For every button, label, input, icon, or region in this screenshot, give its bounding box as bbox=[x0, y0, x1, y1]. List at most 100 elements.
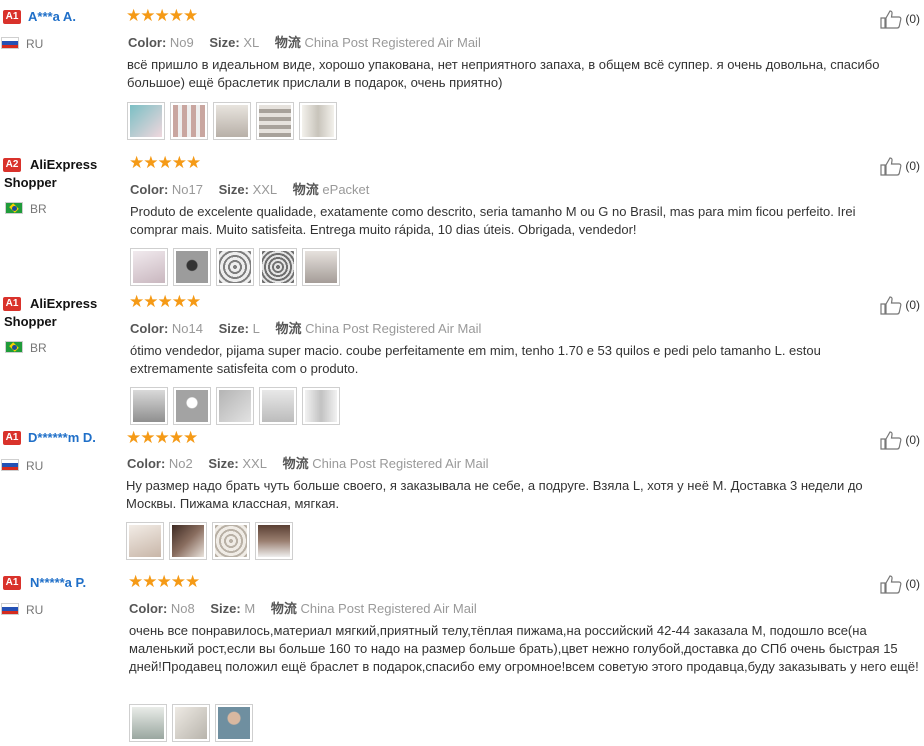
photo-image bbox=[133, 390, 165, 422]
review-item: A1 AliExpress Shopper BR ★★★★★ Color: No… bbox=[0, 287, 924, 427]
reviewer-name[interactable]: AliExpress Shopper bbox=[4, 295, 119, 331]
buyer-level-badge: A1 bbox=[3, 10, 21, 24]
helpful-count: (0) bbox=[905, 433, 920, 447]
review-photo-thumb[interactable] bbox=[213, 102, 251, 140]
size-value: M bbox=[244, 601, 256, 616]
color-value: No14 bbox=[171, 321, 203, 336]
thumbs-up-icon[interactable] bbox=[879, 574, 903, 594]
order-info: Color: No9 Size: XL 物流 China Post Regist… bbox=[128, 32, 481, 51]
review-photo-thumb[interactable] bbox=[126, 522, 164, 560]
reviewer-name[interactable]: AliExpress Shopper bbox=[4, 156, 119, 192]
color-label: Color: bbox=[130, 321, 169, 336]
review-item: A1 A***a A. RU ★★★★★ Color: No9 Size: XL… bbox=[0, 0, 924, 150]
size-value: XXL bbox=[252, 182, 278, 197]
review-photo-thumb[interactable] bbox=[216, 248, 254, 286]
helpful-count: (0) bbox=[905, 577, 920, 591]
review-photo-thumb[interactable] bbox=[259, 387, 297, 425]
helpful-vote[interactable]: (0) bbox=[879, 430, 920, 450]
reviewer-name[interactable]: D******m D. bbox=[28, 430, 96, 445]
size-label: Size: bbox=[218, 321, 249, 336]
review-photos bbox=[126, 522, 293, 560]
shipping-label: 物流 bbox=[282, 456, 309, 471]
color-label: Color: bbox=[127, 456, 166, 471]
review-item: A1 D******m D. RU ★★★★★ Color: No2 Size:… bbox=[0, 424, 924, 564]
size-label: Size: bbox=[209, 35, 240, 50]
review-photos bbox=[130, 248, 340, 286]
thumbs-up-icon[interactable] bbox=[879, 156, 903, 176]
photo-image bbox=[133, 251, 165, 283]
review-text: ótimo vendedor, pijama super macio. coub… bbox=[130, 343, 821, 376]
star-rating: ★★★★★ bbox=[128, 572, 200, 591]
helpful-vote[interactable]: (0) bbox=[879, 9, 920, 29]
review-photo-thumb[interactable] bbox=[255, 522, 293, 560]
reviewer-country: RU bbox=[26, 459, 44, 473]
photo-image bbox=[216, 105, 248, 137]
reviewer-name[interactable]: N*****a P. bbox=[30, 575, 86, 590]
size-value: XL bbox=[243, 35, 260, 50]
review-photo-thumb[interactable] bbox=[170, 102, 208, 140]
star-rating: ★★★★★ bbox=[129, 292, 201, 311]
star-rating: ★★★★★ bbox=[126, 6, 198, 25]
review-photo-thumb[interactable] bbox=[169, 522, 207, 560]
color-label: Color: bbox=[128, 35, 167, 50]
shipping-value: China Post Registered Air Mail bbox=[312, 456, 489, 471]
review-photo-thumb[interactable] bbox=[212, 522, 250, 560]
review-text: Produto de excelente qualidade, exatamen… bbox=[130, 204, 856, 237]
size-value: XXL bbox=[242, 456, 267, 471]
review-text: очень все понравилось,материал мягкий,пр… bbox=[129, 623, 919, 674]
photo-image bbox=[132, 707, 164, 739]
color-label: Color: bbox=[130, 182, 169, 197]
helpful-vote[interactable]: (0) bbox=[879, 156, 920, 176]
size-label: Size: bbox=[218, 182, 249, 197]
review-photo-thumb[interactable] bbox=[173, 387, 211, 425]
shipping-label: 物流 bbox=[292, 182, 319, 197]
photo-image bbox=[259, 105, 291, 137]
review-photo-thumb[interactable] bbox=[302, 387, 340, 425]
photo-image bbox=[176, 390, 208, 422]
review-item: A2 AliExpress Shopper BR ★★★★★ Color: No… bbox=[0, 148, 924, 288]
star-rating: ★★★★★ bbox=[129, 153, 201, 172]
review-photo-thumb[interactable] bbox=[127, 102, 165, 140]
reviewer-name[interactable]: A***a A. bbox=[28, 9, 76, 24]
helpful-vote[interactable]: (0) bbox=[879, 574, 920, 594]
buyer-level-badge: A1 bbox=[3, 576, 21, 590]
thumbs-up-icon[interactable] bbox=[879, 9, 903, 29]
size-value: L bbox=[252, 321, 260, 336]
review-photo-thumb[interactable] bbox=[299, 102, 337, 140]
review-photo-thumb[interactable] bbox=[259, 248, 297, 286]
helpful-count: (0) bbox=[905, 298, 920, 312]
helpful-count: (0) bbox=[905, 159, 920, 173]
photo-image bbox=[258, 525, 290, 557]
photo-image bbox=[219, 251, 251, 283]
shipping-value: China Post Registered Air Mail bbox=[305, 321, 482, 336]
review-photo-thumb[interactable] bbox=[256, 102, 294, 140]
review-photo-thumb[interactable] bbox=[302, 248, 340, 286]
reviewer-country: BR bbox=[30, 202, 47, 216]
thumbs-up-icon[interactable] bbox=[879, 430, 903, 450]
thumbs-up-icon[interactable] bbox=[879, 295, 903, 315]
review-photo-thumb[interactable] bbox=[173, 248, 211, 286]
photo-image bbox=[172, 525, 204, 557]
shipping-value: China Post Registered Air Mail bbox=[300, 601, 477, 616]
photo-image bbox=[176, 251, 208, 283]
reviewer-country: BR bbox=[30, 341, 47, 355]
review-photo-thumb[interactable] bbox=[130, 248, 168, 286]
star-rating: ★★★★★ bbox=[126, 428, 198, 447]
review-photo-thumb[interactable] bbox=[129, 704, 167, 742]
flag-br-icon bbox=[5, 341, 23, 353]
helpful-vote[interactable]: (0) bbox=[879, 295, 920, 315]
review-text: всё пришло в идеальном виде, хорошо упак… bbox=[127, 57, 880, 90]
color-value: No9 bbox=[169, 35, 194, 50]
shipping-label: 物流 bbox=[275, 321, 302, 336]
review-photo-thumb[interactable] bbox=[172, 704, 210, 742]
review-photo-thumb[interactable] bbox=[215, 704, 253, 742]
review-photo-thumb[interactable] bbox=[130, 387, 168, 425]
photo-image bbox=[302, 105, 334, 137]
order-info: Color: No2 Size: XXL 物流 China Post Regis… bbox=[127, 453, 489, 472]
shipping-label: 物流 bbox=[270, 601, 297, 616]
photo-image bbox=[173, 105, 205, 137]
photo-image bbox=[219, 390, 251, 422]
color-value: No17 bbox=[171, 182, 203, 197]
review-photo-thumb[interactable] bbox=[216, 387, 254, 425]
photo-image bbox=[305, 251, 337, 283]
